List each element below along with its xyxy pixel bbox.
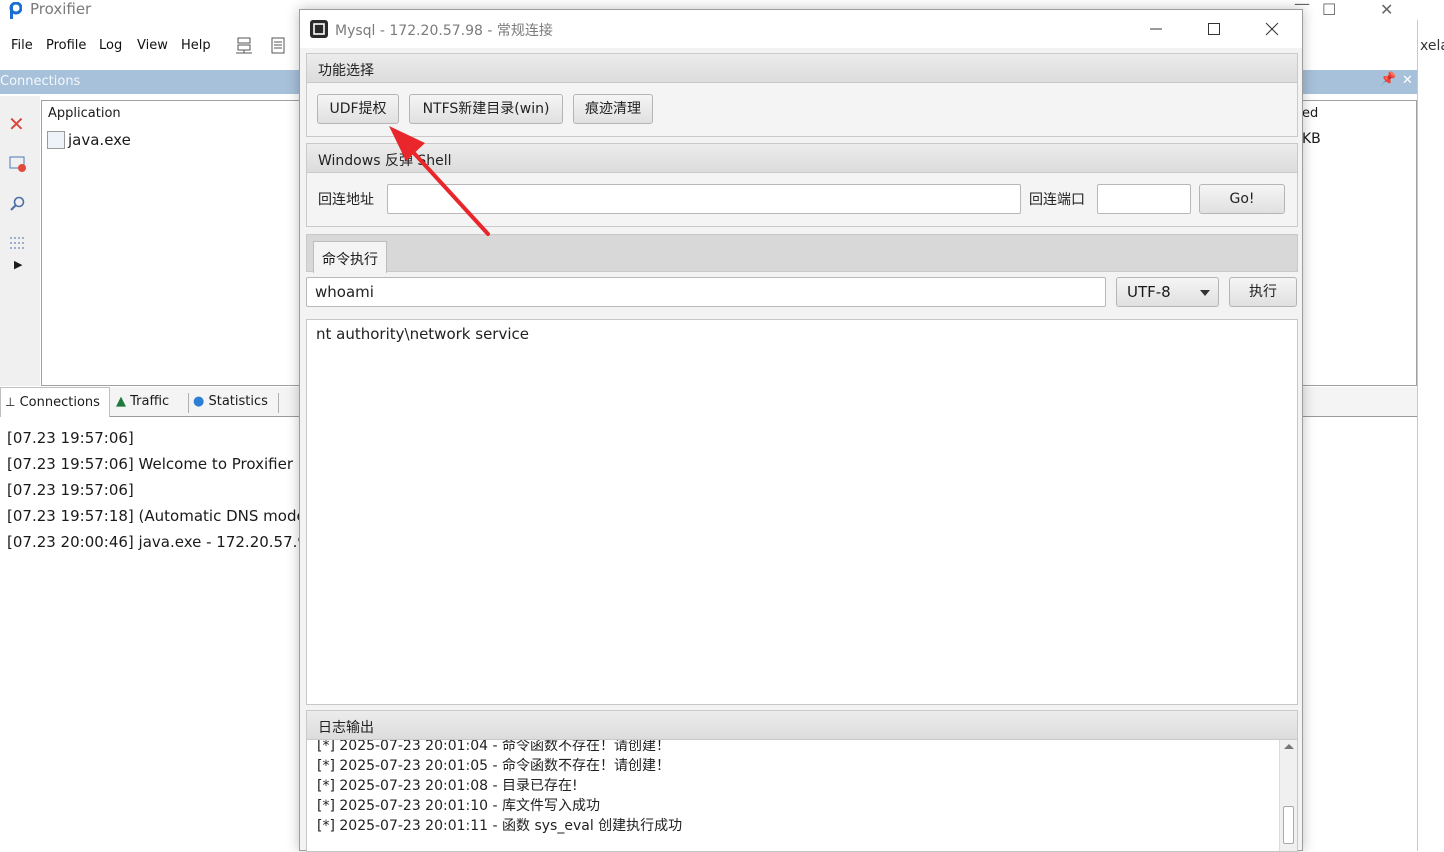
- maximize-icon[interactable]: ☐: [1322, 0, 1336, 19]
- close-connection-icon[interactable]: ✕: [8, 112, 28, 136]
- background-window-edge: xela: [1417, 20, 1444, 851]
- close-icon[interactable]: ✕: [1380, 0, 1393, 19]
- callback-port-label: 回连端口: [1029, 192, 1085, 208]
- log-lines: [*] 2025-07-23 20:01:04 - 命令函数不存在！请创建！ […: [317, 740, 682, 836]
- minimize-icon[interactable]: [1144, 17, 1168, 41]
- proxifier-menubar: File Profile Log View Help: [0, 32, 300, 60]
- menu-view[interactable]: View: [137, 38, 168, 53]
- tab-separator: [278, 393, 279, 413]
- tab-traffic[interactable]: ▲ Traffic: [116, 387, 188, 417]
- expand-arrow-icon[interactable]: ▶: [14, 258, 22, 271]
- function-group: UDF提权 NTFS新建目录(win) 痕迹清理: [306, 83, 1298, 137]
- log-line: [*] 2025-07-23 20:01:10 - 库文件写入成功: [317, 798, 601, 814]
- log-line: [*] 2025-07-23 20:01:11 - 函数 sys_eval 创建…: [317, 818, 683, 834]
- log-group-header: 日志输出: [306, 710, 1298, 740]
- callback-address-input[interactable]: [387, 184, 1021, 214]
- window-remove-icon[interactable]: [8, 154, 28, 174]
- background-window-text: xela: [1420, 38, 1444, 54]
- connections-panel-title: Connections: [0, 74, 81, 89]
- udf-privesc-button[interactable]: UDF提权: [317, 94, 399, 124]
- encoding-select[interactable]: UTF-8: [1116, 277, 1219, 307]
- tab-statistics-label: Statistics: [208, 394, 268, 409]
- maximize-icon[interactable]: [1202, 17, 1226, 41]
- connections-tab-icon: ⊥: [5, 395, 16, 409]
- menu-profile[interactable]: Profile: [46, 38, 86, 53]
- proxifier-logo-icon: [9, 2, 22, 19]
- callback-address-label: 回连地址: [318, 192, 374, 208]
- mysql-titlebar: Mysql - 172.20.57.98 - 常规连接: [300, 10, 1302, 48]
- panel-close-icon[interactable]: ✕: [1402, 73, 1413, 88]
- encoding-select-value: UTF-8: [1127, 283, 1171, 301]
- log-output[interactable]: [*] 2025-07-23 20:01:04 - 命令函数不存在！请创建！ […: [306, 740, 1298, 852]
- proxification-rules-icon[interactable]: [268, 36, 288, 56]
- tab-traffic-label: Traffic: [130, 394, 170, 409]
- clean-traces-button[interactable]: 痕迹清理: [573, 94, 653, 124]
- column-header-partial[interactable]: ed: [1302, 106, 1318, 121]
- command-input[interactable]: whoami: [306, 277, 1106, 307]
- connection-row-app[interactable]: java.exe: [68, 131, 131, 149]
- proxy-servers-icon[interactable]: [234, 36, 254, 56]
- callback-port-input[interactable]: [1097, 184, 1191, 214]
- reverse-shell-group-header: Windows 反弹 Shell: [306, 143, 1298, 173]
- tab-connections[interactable]: ⊥ Connections: [0, 387, 110, 417]
- log-line: [*] 2025-07-23 20:01:08 - 目录已存在!: [317, 778, 578, 794]
- close-icon[interactable]: [1260, 17, 1284, 41]
- tab-command-exec[interactable]: 命令执行: [313, 241, 387, 273]
- log-line: [*] 2025-07-23 20:01:04 - 命令函数不存在！请创建！: [317, 740, 671, 754]
- java-app-icon: [47, 131, 65, 149]
- execute-button[interactable]: 执行: [1229, 277, 1297, 307]
- reverse-shell-group: 回连地址 回连端口 Go!: [306, 173, 1298, 227]
- tab-separator: [188, 393, 189, 413]
- scroll-thumb[interactable]: [1283, 806, 1294, 844]
- list-view-icon[interactable]: [8, 234, 28, 254]
- connection-row-partial: KB: [1302, 131, 1321, 147]
- menu-log[interactable]: Log: [99, 38, 122, 53]
- go-button[interactable]: Go!: [1199, 184, 1285, 214]
- tab-connections-label: Connections: [19, 395, 100, 410]
- statistics-tab-icon: ●: [193, 394, 205, 409]
- connections-toolbar: ✕ ▶: [0, 96, 40, 386]
- mysql-tool-window: Mysql - 172.20.57.98 - 常规连接 功能选择 UDF提权 N…: [299, 9, 1303, 852]
- pin-icon[interactable]: 📌: [1380, 72, 1396, 87]
- scroll-up-icon[interactable]: [1284, 744, 1294, 749]
- function-group-header: 功能选择: [306, 53, 1298, 83]
- log-scrollbar[interactable]: [1279, 740, 1297, 851]
- chevron-down-icon: [1200, 290, 1210, 296]
- mysql-window-title: Mysql - 172.20.57.98 - 常规连接: [335, 23, 553, 39]
- command-tab-strip: 命令执行: [306, 234, 1298, 273]
- app-icon: [310, 20, 328, 38]
- traffic-tab-icon: ▲: [116, 394, 126, 409]
- log-line: [*] 2025-07-23 20:01:05 - 命令函数不存在！请创建！: [317, 758, 671, 774]
- column-header-application[interactable]: Application: [48, 106, 121, 121]
- command-output[interactable]: nt authority\network service: [306, 319, 1298, 705]
- ntfs-mkdir-button[interactable]: NTFS新建目录(win): [409, 94, 563, 124]
- search-icon[interactable]: [8, 194, 28, 214]
- menu-file[interactable]: File: [11, 38, 33, 53]
- menu-help[interactable]: Help: [181, 38, 211, 53]
- proxifier-title: Proxifier: [30, 0, 92, 18]
- tab-statistics[interactable]: ● Statistics: [193, 387, 277, 417]
